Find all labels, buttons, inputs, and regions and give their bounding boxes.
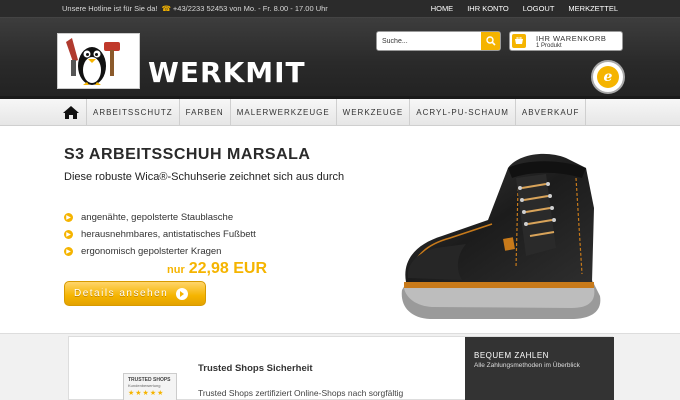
page: Unsere Hotline ist für Sie da! ☎ +43/2233… — [0, 0, 680, 400]
payment-box[interactable]: BEQUEM ZAHLEN Alle Zahlungsmethoden im Ü… — [465, 337, 614, 400]
feature-item: ▶ angenähte, gepolsterte Staublasche — [64, 209, 256, 226]
trusted-shops-heading: Trusted Shops Sicherheit — [198, 363, 313, 374]
search-box — [376, 31, 501, 51]
main-nav: ARBEITSSCHUTZ FARBEN MALERWERKZEUGE WERK… — [0, 99, 680, 126]
top-link-account[interactable]: IHR KONTO — [467, 4, 509, 13]
feature-text: angenähte, gepolsterte Staublasche — [81, 212, 234, 223]
nav-item-abverkauf[interactable]: ABVERKAUF — [514, 99, 587, 126]
payment-title: BEQUEM ZAHLEN — [474, 351, 549, 360]
logo-text[interactable]: WERKMIT — [148, 56, 306, 89]
penguin-logo-icon — [66, 38, 120, 85]
price-amount: 22,98 EUR — [188, 260, 267, 277]
safety-boot-image[interactable] — [396, 148, 604, 323]
nav-item-arbeitsschutz[interactable]: ARBEITSSCHUTZ — [86, 99, 179, 126]
nav-item-acryl-pu-schaum[interactable]: ACRYL-PU-SCHAUM — [409, 99, 515, 126]
nav-item-label: ARBEITSSCHUTZ — [93, 108, 173, 117]
hotline-info: Unsere Hotline ist für Sie da! ☎ +43/2233… — [62, 4, 328, 13]
hero-banner: S3 ARBEITSSCHUH MARSALA Diese robuste Wi… — [0, 126, 680, 334]
top-link-home[interactable]: HOME — [431, 4, 454, 13]
nav-item-label: ABVERKAUF — [521, 108, 580, 117]
top-link-logout[interactable]: LOGOUT — [523, 4, 555, 13]
feature-item: ▶ herausnehmbares, antistatisches Fußbett — [64, 226, 256, 243]
cart-icon — [512, 34, 526, 48]
header: WERKMIT IHR WARENKORB 1 Produkt e — [0, 18, 680, 99]
price-prefix: nur — [167, 264, 185, 276]
top-link-wishlist[interactable]: MERKZETTEL — [568, 4, 618, 13]
hotline-details: +43/2233 52453 von Mo. - Fr. 8.00 - 17.0… — [172, 4, 328, 13]
top-bar: Unsere Hotline ist für Sie da! ☎ +43/2233… — [0, 0, 680, 18]
search-button[interactable] — [481, 32, 500, 50]
nav-item-label: WERKZEUGE — [342, 108, 404, 117]
arrow-right-icon — [176, 287, 189, 300]
nav-item-werkzeuge[interactable]: WERKZEUGE — [335, 99, 410, 126]
bullet-icon: ▶ — [64, 213, 73, 222]
logo-mascot[interactable] — [57, 33, 140, 89]
seal-subtitle: Kundenbewertung — [128, 383, 161, 388]
hero-subtitle: Diese robuste Wica®-Schuhserie zeichnet … — [64, 171, 345, 183]
bullet-icon: ▶ — [64, 247, 73, 256]
bullet-icon: ▶ — [64, 230, 73, 239]
search-icon — [485, 36, 496, 46]
rating-stars: ★★★★★ — [128, 390, 165, 397]
home-icon[interactable] — [62, 105, 80, 120]
nav-item-label: MALERWERKZEUGE — [236, 108, 330, 117]
feature-item: ▶ ergonomisch gepolsterter Kragen — [64, 243, 256, 260]
details-button-label: Details ansehen — [74, 288, 169, 299]
nav-item-label: FARBEN — [185, 108, 224, 117]
cart-widget[interactable]: IHR WARENKORB 1 Produkt — [509, 31, 623, 51]
hotline-prefix: Unsere Hotline ist für Sie da! — [62, 4, 158, 13]
top-links: HOME IHR KONTO LOGOUT MERKZETTEL — [431, 4, 618, 13]
nav-item-malerwerkzeuge[interactable]: MALERWERKZEUGE — [229, 99, 336, 126]
payment-subtitle: Alle Zahlungsmethoden im Überblick — [474, 362, 580, 369]
feature-list: ▶ angenähte, gepolsterte Staublasche ▶ her… — [64, 209, 256, 260]
phone-icon: ☎ — [161, 4, 171, 13]
search-input[interactable] — [377, 32, 482, 50]
details-button[interactable]: Details ansehen — [64, 281, 206, 306]
trusted-shops-text: Trusted Shops zertifiziert Online-Shops … — [198, 388, 404, 398]
trusted-shops-badge-icon[interactable]: e — [591, 60, 625, 94]
price: nur 22,98 EUR — [167, 260, 267, 278]
cart-count: 1 Produkt — [536, 43, 562, 49]
info-section: TRUSTED SHOPS Kundenbewertung ★★★★★ Trus… — [68, 336, 614, 400]
trusted-shops-seal-image[interactable]: TRUSTED SHOPS Kundenbewertung ★★★★★ — [123, 373, 177, 400]
hero-title: S3 ARBEITSSCHUH MARSALA — [64, 146, 311, 163]
nav-item-label: ACRYL-PU-SCHAUM — [416, 108, 509, 117]
feature-text: herausnehmbares, antistatisches Fußbett — [81, 229, 256, 240]
nav-item-farben[interactable]: FARBEN — [178, 99, 230, 126]
feature-text: ergonomisch gepolsterter Kragen — [81, 246, 222, 257]
cart-title: IHR WARENKORB — [536, 34, 607, 43]
